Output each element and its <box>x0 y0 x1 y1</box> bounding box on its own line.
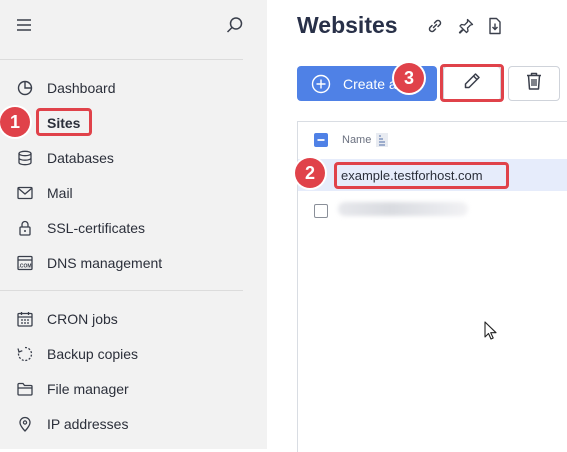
database-icon <box>16 149 34 167</box>
calendar-icon <box>16 310 34 328</box>
pin-icon[interactable] <box>457 17 475 40</box>
step-badge-1: 1 <box>0 107 30 137</box>
plus-circle-icon <box>311 74 331 94</box>
sidebar-item-label: Backup copies <box>47 346 139 362</box>
row-checkbox[interactable] <box>314 204 328 218</box>
sidebar-item-databases[interactable]: Databases <box>16 146 246 170</box>
sidebar-divider <box>0 290 243 291</box>
sort-icon[interactable] <box>376 133 389 147</box>
sidebar: Dashboard Sites Databases Mail SSL-certi… <box>0 0 267 449</box>
sidebar-divider <box>0 59 243 60</box>
menu-icon[interactable] <box>16 18 32 37</box>
redacted-domain <box>338 202 468 216</box>
location-pin-icon <box>16 415 34 433</box>
page-title: Websites <box>297 12 398 38</box>
sites-highlight-box <box>36 108 92 136</box>
sidebar-item-label: SSL-certificates <box>47 220 146 236</box>
dns-com-icon: .COM <box>16 254 34 272</box>
folder-icon <box>16 380 34 398</box>
table-header: Name <box>298 122 567 158</box>
sidebar-item-dashboard[interactable]: Dashboard <box>16 76 246 100</box>
export-doc-icon[interactable] <box>487 17 503 40</box>
trash-icon <box>525 71 543 96</box>
search-icon[interactable] <box>226 16 244 39</box>
link-icon[interactable] <box>426 17 444 40</box>
sidebar-item-label: DNS management <box>47 255 163 271</box>
sidebar-item-label: Dashboard <box>47 80 116 96</box>
column-header-name[interactable]: Name <box>342 134 371 146</box>
step-badge-2: 2 <box>295 158 325 188</box>
mail-icon <box>16 184 34 202</box>
backup-icon <box>16 345 34 363</box>
lock-icon <box>16 219 34 237</box>
edit-highlight-box <box>440 64 504 102</box>
svg-text:.COM: .COM <box>18 264 31 270</box>
sidebar-item-cron-jobs[interactable]: CRON jobs <box>16 307 246 331</box>
sidebar-item-label: IP addresses <box>47 416 129 432</box>
delete-button[interactable] <box>508 66 560 101</box>
sidebar-item-label: Databases <box>47 150 114 166</box>
sidebar-item-ssl-certificates[interactable]: SSL-certificates <box>16 216 246 240</box>
domain-highlight-box <box>334 162 509 189</box>
mouse-cursor-icon <box>484 321 498 346</box>
sidebar-item-file-manager[interactable]: File manager <box>16 377 246 401</box>
dashboard-pie-icon <box>16 79 34 97</box>
sidebar-item-label: Mail <box>47 185 73 201</box>
step-badge-3: 3 <box>394 63 424 93</box>
sidebar-item-ip-addresses[interactable]: IP addresses <box>16 412 246 436</box>
sidebar-item-label: File manager <box>47 381 129 397</box>
sidebar-item-label: CRON jobs <box>47 311 118 327</box>
sidebar-item-dns-management[interactable]: .COM DNS management <box>16 251 246 275</box>
sidebar-item-mail[interactable]: Mail <box>16 181 246 205</box>
create-button-label: Create a <box>343 75 397 92</box>
select-all-checkbox[interactable] <box>314 133 328 147</box>
sidebar-item-backup-copies[interactable]: Backup copies <box>16 342 246 366</box>
